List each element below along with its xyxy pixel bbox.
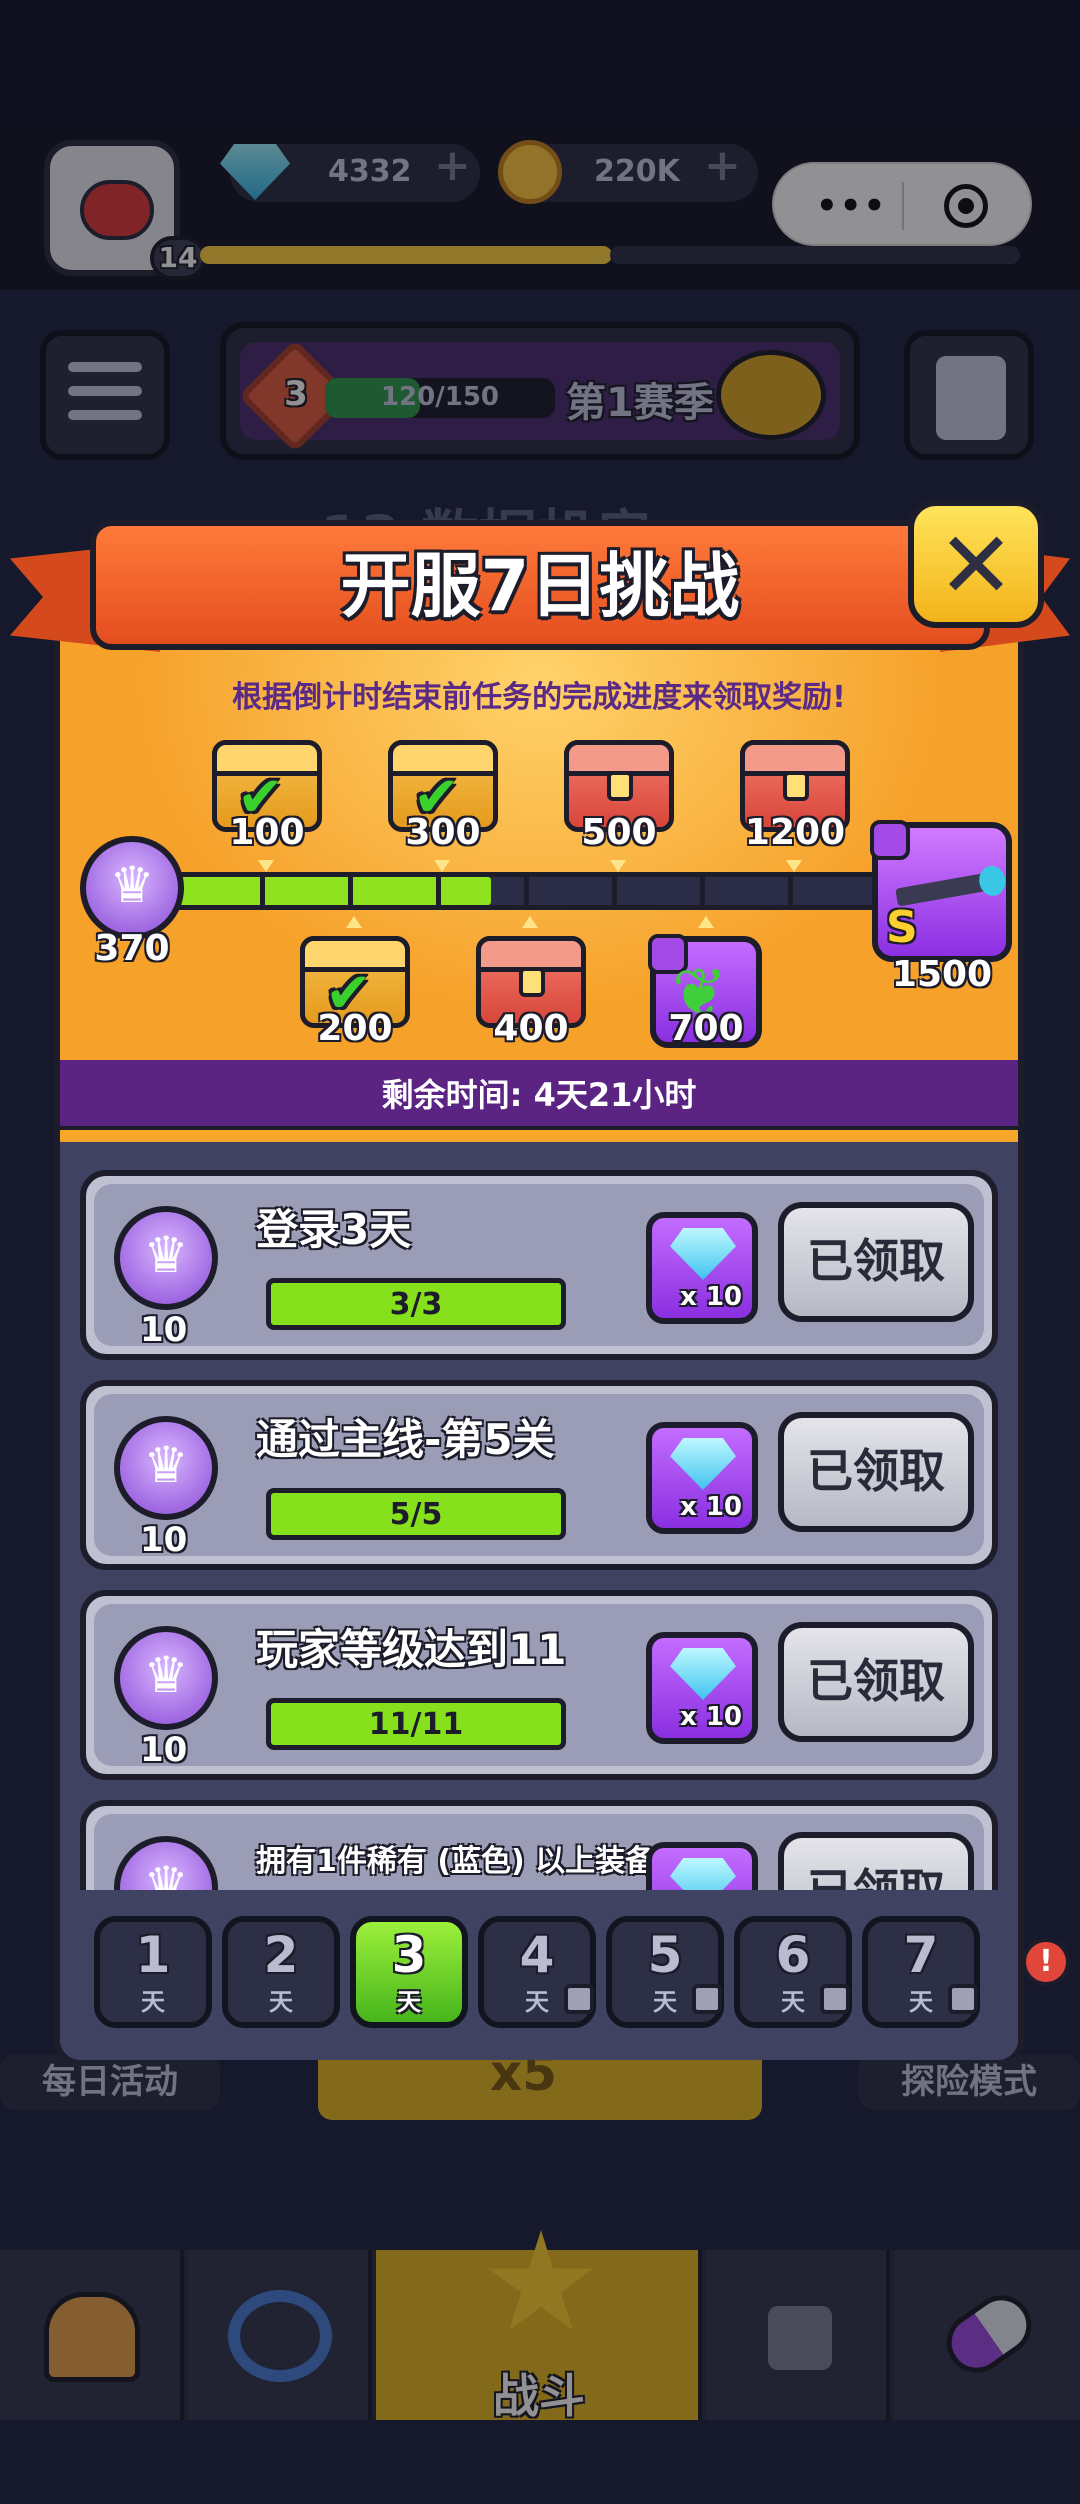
task-reward[interactable]	[646, 1842, 758, 1892]
points-medal-icon	[80, 836, 184, 940]
current-points: 370	[94, 928, 170, 969]
day-label: 天	[269, 1988, 293, 2016]
track-divider	[348, 872, 353, 910]
gem-icon	[670, 1438, 736, 1490]
track-divider	[700, 872, 705, 910]
lock-icon	[820, 1984, 850, 2014]
task-progress: 5/5	[389, 1497, 443, 1532]
task-name: 玩家等级达到11	[256, 1625, 567, 1674]
reward-count: x 10	[680, 1282, 743, 1312]
alert-badge: !	[1022, 1938, 1070, 1986]
points-medal-icon	[114, 1416, 218, 1520]
task-points: 10	[140, 1310, 188, 1350]
milestone-label: 500	[581, 812, 657, 853]
day-tab-3[interactable]: 3天	[350, 1916, 468, 2028]
task-reward[interactable]: x 10	[646, 1632, 758, 1744]
task-points: 10	[140, 1730, 188, 1770]
day-number: 1	[135, 1926, 171, 1984]
day-tab-7[interactable]: 7天	[862, 1916, 980, 2028]
countdown-timer: 剩余时间: 4天21小时	[381, 1076, 697, 1114]
track-divider	[524, 872, 529, 910]
lock-icon	[607, 771, 633, 801]
final-reward[interactable]: S	[870, 820, 1012, 962]
lock-icon	[692, 1984, 722, 2014]
claimed-button[interactable]: 已领取	[778, 1202, 974, 1322]
rank-label: S	[886, 902, 918, 953]
milestone-label: 300	[405, 812, 481, 853]
gun-tag-icon	[870, 820, 910, 860]
track-divider	[788, 872, 793, 910]
points-progress-fill	[175, 877, 491, 905]
lock-icon	[564, 1984, 594, 2014]
task-name: 通过主线-第5关	[256, 1415, 555, 1464]
task-card: 10 登录3天 3/3 x 10 已领取	[80, 1170, 998, 1360]
task-card: 拥有1件稀有 (蓝色) 以上装备 已领取	[80, 1800, 998, 1892]
milestone-label: 400	[493, 1008, 569, 1049]
gem-icon	[670, 1228, 736, 1280]
task-progress: 3/3	[389, 1287, 443, 1322]
final-reward-points: 1500	[891, 954, 993, 995]
day-tab-5[interactable]: 5天	[606, 1916, 724, 2028]
timer-stripe	[60, 1126, 1018, 1140]
track-divider	[260, 872, 265, 910]
task-list[interactable]: 10 登录3天 3/3 x 10 已领取 10 通过主线-第5关 5/5 x 1…	[60, 1142, 1018, 1892]
lock-icon	[948, 1984, 978, 2014]
lock-icon	[519, 967, 545, 997]
day-number: 7	[903, 1926, 939, 1984]
close-icon: ✕	[937, 512, 1015, 619]
points-medal-icon	[114, 1206, 218, 1310]
task-reward[interactable]: x 10	[646, 1212, 758, 1324]
day-number: 4	[519, 1926, 555, 1984]
task-name: 登录3天	[256, 1205, 412, 1254]
reward-count: x 10	[680, 1702, 743, 1732]
day-tab-2[interactable]: 2天	[222, 1916, 340, 2028]
task-progress: 11/11	[368, 1707, 464, 1742]
day-label: 天	[141, 1988, 165, 2016]
claimed-button[interactable]: 已领取	[778, 1622, 974, 1742]
modal-title: 开服7日挑战	[340, 545, 740, 627]
modal-subtitle: 根据倒计时结束前任务的完成进度来领取奖励!	[232, 680, 846, 715]
day-label: 天	[397, 1988, 421, 2016]
milestone-label: 200	[317, 1008, 393, 1049]
points-medal-icon	[114, 1626, 218, 1730]
milestone-label: 1200	[744, 812, 846, 853]
close-button[interactable]: ✕	[908, 500, 1044, 628]
milestone-label: 700	[668, 1008, 744, 1049]
task-points: 10	[140, 1520, 188, 1560]
claimed-button[interactable]: 已领取	[778, 1832, 974, 1892]
day-tab-4[interactable]: 4天	[478, 1916, 596, 2028]
track-divider	[612, 872, 617, 910]
task-reward[interactable]: x 10	[646, 1422, 758, 1534]
reward-count: x 10	[680, 1492, 743, 1522]
claimed-button[interactable]: 已领取	[778, 1412, 974, 1532]
day-number: 2	[263, 1926, 299, 1984]
milestone-label: 100	[229, 812, 305, 853]
task-card: 10 玩家等级达到11 11/11 x 10 已领取	[80, 1590, 998, 1780]
gem-icon	[670, 1648, 736, 1700]
task-progress-bar: 11/11	[266, 1698, 566, 1750]
day-number: 5	[647, 1926, 683, 1984]
lock-icon	[783, 771, 809, 801]
day-tab-1[interactable]: 1天	[94, 1916, 212, 2028]
task-progress-bar: 3/3	[266, 1278, 566, 1330]
day-tab-6[interactable]: 6天	[734, 1916, 852, 2028]
task-name: 拥有1件稀有 (蓝色) 以上装备	[256, 1844, 656, 1879]
track-divider	[436, 872, 441, 910]
day-number: 3	[391, 1926, 427, 1984]
gem-icon	[670, 1858, 736, 1892]
day-number: 6	[775, 1926, 811, 1984]
task-progress-bar: 5/5	[266, 1488, 566, 1540]
task-card: 10 通过主线-第5关 5/5 x 10 已领取	[80, 1380, 998, 1570]
